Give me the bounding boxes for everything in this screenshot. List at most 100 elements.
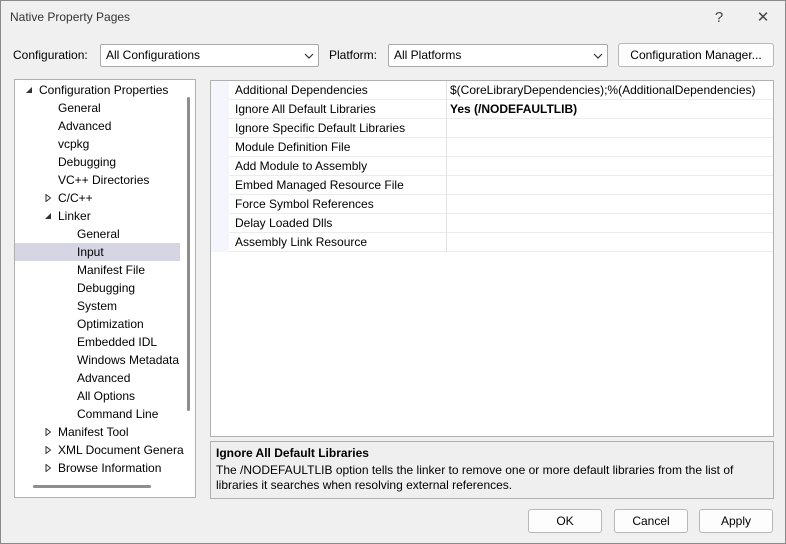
title-bar: Native Property Pages ? ✕ (1, 1, 785, 33)
tree-item-label: Debugging (58, 155, 117, 169)
tree-item-label: General (77, 227, 120, 241)
tree-item[interactable]: Linker (15, 207, 195, 225)
tree-item[interactable]: All Options (15, 387, 195, 405)
property-pages-dialog: Native Property Pages ? ✕ Configuration:… (0, 0, 786, 544)
tree-vertical-scrollbar[interactable] (187, 97, 190, 411)
tree-item-label: Input (77, 245, 104, 259)
tree-item[interactable]: Debugging (15, 279, 195, 297)
row-gutter (211, 214, 229, 233)
column-separator (446, 157, 447, 176)
close-icon: ✕ (756, 9, 770, 26)
tree-item[interactable]: Manifest File (15, 261, 195, 279)
tree-item-label: Manifest File (77, 263, 146, 277)
column-separator (446, 195, 447, 214)
property-grid: Additional Dependencies $(CoreLibraryDepe… (210, 80, 774, 437)
tree-item[interactable]: System (15, 297, 195, 315)
property-value[interactable]: Yes (/NODEFAULTLIB) (450, 100, 577, 118)
property-row[interactable]: Module Definition File (211, 138, 773, 157)
property-name: Ignore All Default Libraries (235, 102, 376, 116)
property-name: Assembly Link Resource (235, 235, 368, 249)
platform-dropdown[interactable]: All Platforms (388, 44, 608, 67)
help-icon: ? (714, 8, 724, 26)
tree-item[interactable]: Manifest Tool (15, 423, 195, 441)
tree-item[interactable]: Command Line (15, 405, 195, 423)
tree-item-label: Advanced (77, 371, 131, 385)
tree-item-label: Embedded IDL (77, 335, 158, 349)
configuration-manager-button[interactable]: Configuration Manager... (618, 43, 774, 67)
tree-item-label: vcpkg (58, 137, 90, 151)
row-gutter (211, 195, 229, 214)
property-row[interactable]: Ignore Specific Default Libraries (211, 119, 773, 138)
column-separator (446, 119, 447, 138)
tree-item[interactable]: Optimization (15, 315, 195, 333)
tree-item-label: General (58, 101, 101, 115)
chevron-down-icon (593, 53, 603, 59)
property-row[interactable]: Assembly Link Resource (211, 233, 773, 252)
column-separator (446, 214, 447, 233)
tree-item[interactable]: General (15, 225, 195, 243)
row-gutter (211, 176, 229, 195)
property-row[interactable]: Additional Dependencies $(CoreLibraryDepe… (211, 81, 773, 100)
collapsed-triangle-icon[interactable] (43, 189, 53, 207)
row-gutter (211, 138, 229, 157)
tree-item-label: Optimization (77, 317, 144, 331)
ok-button[interactable]: OK (528, 509, 602, 533)
tree-item[interactable]: C/C++ (15, 189, 195, 207)
tree-item[interactable]: Advanced (15, 117, 195, 135)
tree-item[interactable]: Browse Information (15, 459, 195, 477)
tree-item-label: Advanced (58, 119, 112, 133)
row-gutter (211, 100, 229, 119)
property-row[interactable]: Embed Managed Resource File (211, 176, 773, 195)
tree-item[interactable]: XML Document Genera (15, 441, 195, 459)
tree-item-label: Configuration Properties (39, 83, 169, 97)
tree-item-label: VC++ Directories (58, 173, 150, 187)
expanded-triangle-icon[interactable] (24, 81, 34, 99)
description-panel: Ignore All Default Libraries The /NODEFA… (210, 441, 774, 499)
cancel-button[interactable]: Cancel (614, 509, 688, 533)
tree-item-label: Windows Metadata (77, 353, 180, 367)
tree-item[interactable]: Input (15, 243, 180, 261)
collapsed-triangle-icon[interactable] (43, 423, 53, 441)
property-row[interactable]: Ignore All Default Libraries Yes (/NODEFA… (211, 100, 773, 119)
column-separator (446, 81, 447, 100)
row-gutter (211, 119, 229, 138)
tree-item-label: Browse Information (58, 461, 162, 475)
tree-item[interactable]: General (15, 99, 195, 117)
row-gutter (211, 233, 229, 252)
tree-item[interactable]: Advanced (15, 369, 195, 387)
property-name: Additional Dependencies (235, 83, 368, 97)
window-title: Native Property Pages (10, 10, 131, 24)
tree-item-label: Linker (58, 209, 91, 223)
property-row[interactable]: Force Symbol References (211, 195, 773, 214)
column-separator (446, 233, 447, 252)
property-name: Module Definition File (235, 140, 351, 154)
collapsed-triangle-icon[interactable] (43, 459, 53, 477)
configuration-dropdown[interactable]: All Configurations (100, 44, 319, 67)
property-row[interactable]: Add Module to Assembly (211, 157, 773, 176)
help-button[interactable]: ? (701, 5, 737, 29)
tree-item[interactable]: Windows Metadata (15, 351, 195, 369)
tree-horizontal-scrollbar[interactable] (33, 485, 151, 488)
apply-button[interactable]: Apply (699, 509, 773, 533)
configuration-value: All Configurations (106, 48, 201, 62)
tree-item-label: All Options (77, 389, 136, 403)
tree-item[interactable]: VC++ Directories (15, 171, 195, 189)
tree-item[interactable]: Configuration Properties (15, 81, 195, 99)
tree-item[interactable]: Debugging (15, 153, 195, 171)
tree-item[interactable]: vcpkg (15, 135, 195, 153)
column-separator (446, 138, 447, 157)
row-gutter (211, 81, 229, 100)
expanded-triangle-icon[interactable] (43, 207, 53, 225)
tree-item-label: Command Line (77, 407, 159, 421)
close-button[interactable]: ✕ (745, 5, 781, 29)
tree-item[interactable]: Embedded IDL (15, 333, 195, 351)
platform-value: All Platforms (394, 48, 462, 62)
property-name: Add Module to Assembly (235, 159, 368, 173)
category-tree: Configuration Properties General Advanced v… (14, 79, 196, 498)
property-value[interactable]: $(CoreLibraryDependencies);%(AdditionalD… (450, 81, 756, 99)
collapsed-triangle-icon[interactable] (43, 441, 53, 459)
tree-item-label: C/C++ (58, 191, 93, 205)
property-name: Delay Loaded Dlls (235, 216, 333, 230)
property-name: Ignore Specific Default Libraries (235, 121, 406, 135)
property-row[interactable]: Delay Loaded Dlls (211, 214, 773, 233)
